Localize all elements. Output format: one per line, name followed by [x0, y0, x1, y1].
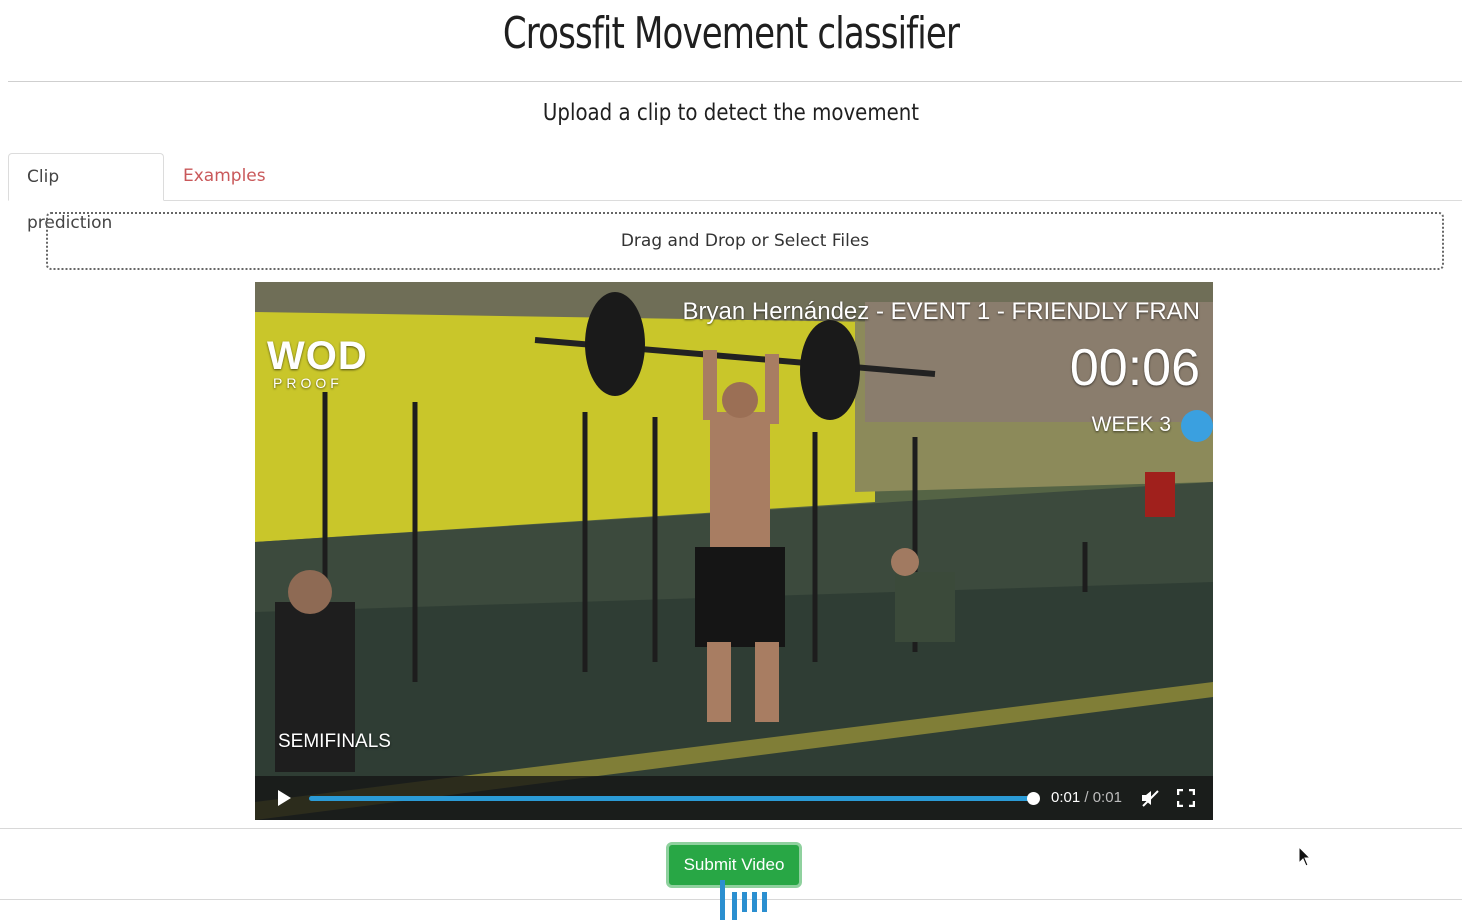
wodproof-logo-sub: PROOF — [273, 375, 343, 391]
loading-icon — [720, 880, 767, 920]
tab-examples[interactable]: Examples — [165, 153, 284, 199]
tab-bar: Clip prediction Examples — [8, 153, 1462, 233]
overlay-week: WEEK 3 — [1091, 413, 1171, 436]
cursor-icon — [1298, 846, 1312, 867]
dropzone-label: Drag and Drop or Select Files — [620, 231, 870, 251]
video-player[interactable]: WOD PROOF Bryan Hernández - EVENT 1 - FR… — [255, 282, 1213, 820]
wodproof-badge-icon — [1181, 410, 1213, 442]
divider — [0, 828, 1462, 829]
video-progress-knob[interactable] — [1027, 792, 1040, 805]
overlay-stage: SEMIFINALS — [278, 731, 391, 752]
video-progress-fill — [309, 796, 1033, 801]
duration: 0:01 — [1092, 789, 1122, 806]
page-subtitle: Upload a clip to detect the movement — [542, 100, 920, 126]
overlay-timer: 00:06 — [1069, 339, 1200, 397]
play-icon[interactable] — [275, 789, 293, 807]
file-dropzone[interactable]: Drag and Drop or Select Files — [46, 212, 1444, 270]
video-time: 0:01 / 0:01 — [1051, 789, 1122, 806]
video-progress-bar[interactable] — [309, 792, 1040, 805]
mute-icon[interactable] — [1141, 789, 1159, 807]
wodproof-logo: WOD — [267, 334, 368, 378]
fullscreen-icon[interactable] — [1177, 789, 1195, 807]
overlay-event-title: Bryan Hernández - EVENT 1 - FRIENDLY FRA… — [682, 298, 1201, 325]
current-time: 0:01 — [1051, 789, 1081, 806]
video-controls: 0:01 / 0:01 — [255, 776, 1213, 820]
page-title: Crossfit Movement classifier — [502, 8, 960, 59]
divider — [8, 81, 1462, 82]
tab-clip-prediction[interactable]: Clip prediction — [8, 153, 164, 233]
